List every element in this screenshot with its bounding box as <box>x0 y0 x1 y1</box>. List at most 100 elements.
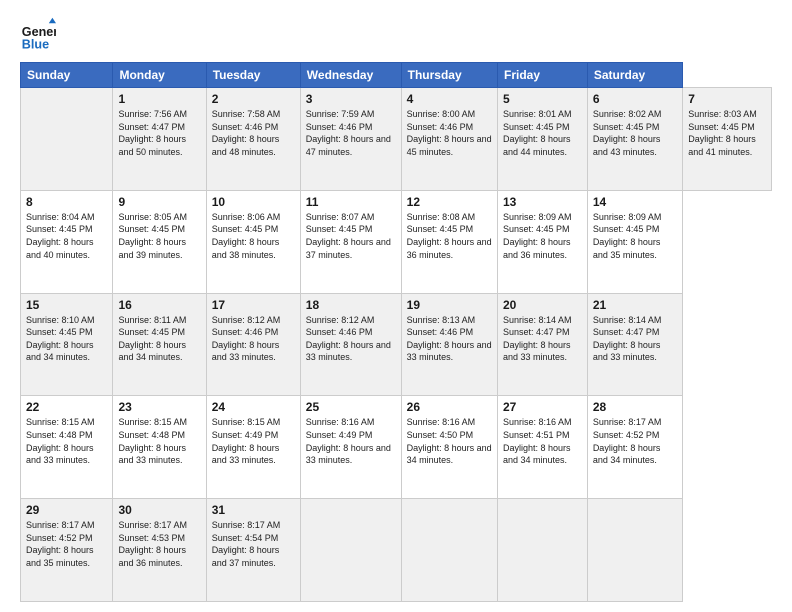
day-info: Sunrise: 8:17 AMSunset: 4:54 PMDaylight:… <box>212 519 295 569</box>
day-number: 5 <box>503 92 582 106</box>
day-info: Sunrise: 8:12 AMSunset: 4:46 PMDaylight:… <box>212 314 295 364</box>
day-info: Sunrise: 7:56 AMSunset: 4:47 PMDaylight:… <box>118 108 200 158</box>
day-info: Sunrise: 8:17 AMSunset: 4:53 PMDaylight:… <box>118 519 200 569</box>
day-cell-4: 4 Sunrise: 8:00 AMSunset: 4:46 PMDaylight… <box>401 88 497 191</box>
day-info: Sunrise: 8:16 AMSunset: 4:50 PMDaylight:… <box>407 416 492 466</box>
day-number: 22 <box>26 400 107 414</box>
day-number: 15 <box>26 298 107 312</box>
day-cell-5: 5 Sunrise: 8:01 AMSunset: 4:45 PMDaylight… <box>497 88 587 191</box>
day-cell-10: 10 Sunrise: 8:06 AMSunset: 4:45 PMDayligh… <box>206 190 300 293</box>
day-number: 14 <box>593 195 677 209</box>
calendar-week-2: 8 Sunrise: 8:04 AMSunset: 4:45 PMDaylight… <box>21 190 772 293</box>
day-info: Sunrise: 7:59 AMSunset: 4:46 PMDaylight:… <box>306 108 396 158</box>
day-cell-6: 6 Sunrise: 8:02 AMSunset: 4:45 PMDaylight… <box>587 88 682 191</box>
page: General Blue SundayMondayTuesdayWednesda… <box>0 0 792 612</box>
day-cell-25: 25 Sunrise: 8:16 AMSunset: 4:49 PMDayligh… <box>300 396 401 499</box>
day-number: 25 <box>306 400 396 414</box>
calendar-week-1: 1 Sunrise: 7:56 AMSunset: 4:47 PMDaylight… <box>21 88 772 191</box>
day-info: Sunrise: 8:15 AMSunset: 4:48 PMDaylight:… <box>26 416 107 466</box>
day-number: 9 <box>118 195 200 209</box>
day-info: Sunrise: 8:10 AMSunset: 4:45 PMDaylight:… <box>26 314 107 364</box>
day-info: Sunrise: 7:58 AMSunset: 4:46 PMDaylight:… <box>212 108 295 158</box>
day-info: Sunrise: 8:02 AMSunset: 4:45 PMDaylight:… <box>593 108 677 158</box>
day-cell-19: 19 Sunrise: 8:13 AMSunset: 4:46 PMDayligh… <box>401 293 497 396</box>
day-info: Sunrise: 8:00 AMSunset: 4:46 PMDaylight:… <box>407 108 492 158</box>
calendar-weekday-saturday: Saturday <box>587 63 682 88</box>
calendar-weekday-wednesday: Wednesday <box>300 63 401 88</box>
day-number: 24 <box>212 400 295 414</box>
day-info: Sunrise: 8:06 AMSunset: 4:45 PMDaylight:… <box>212 211 295 261</box>
day-info: Sunrise: 8:14 AMSunset: 4:47 PMDaylight:… <box>503 314 582 364</box>
day-number: 19 <box>407 298 492 312</box>
day-number: 12 <box>407 195 492 209</box>
day-number: 30 <box>118 503 200 517</box>
day-cell-29: 29Sunrise: 8:17 AMSunset: 4:52 PMDayligh… <box>21 499 113 602</box>
day-cell-7: 7 Sunrise: 8:03 AMSunset: 4:45 PMDaylight… <box>683 88 772 191</box>
day-info: Sunrise: 8:01 AMSunset: 4:45 PMDaylight:… <box>503 108 582 158</box>
calendar-week-3: 15 Sunrise: 8:10 AMSunset: 4:45 PMDayligh… <box>21 293 772 396</box>
day-info: Sunrise: 8:17 AMSunset: 4:52 PMDaylight:… <box>593 416 677 466</box>
calendar-weekday-tuesday: Tuesday <box>206 63 300 88</box>
day-cell-24: 24Sunrise: 8:15 AMSunset: 4:49 PMDayligh… <box>206 396 300 499</box>
empty-cell <box>497 499 587 602</box>
day-info: Sunrise: 8:07 AMSunset: 4:45 PMDaylight:… <box>306 211 396 261</box>
empty-cell <box>21 88 113 191</box>
day-info: Sunrise: 8:05 AMSunset: 4:45 PMDaylight:… <box>118 211 200 261</box>
day-info: Sunrise: 8:04 AMSunset: 4:45 PMDaylight:… <box>26 211 107 261</box>
day-cell-8: 8 Sunrise: 8:04 AMSunset: 4:45 PMDaylight… <box>21 190 113 293</box>
day-number: 28 <box>593 400 677 414</box>
day-number: 16 <box>118 298 200 312</box>
calendar-weekday-friday: Friday <box>497 63 587 88</box>
day-info: Sunrise: 8:03 AMSunset: 4:45 PMDaylight:… <box>688 108 766 158</box>
day-number: 27 <box>503 400 582 414</box>
day-number: 8 <box>26 195 107 209</box>
day-number: 1 <box>118 92 200 106</box>
day-cell-20: 20 Sunrise: 8:14 AMSunset: 4:47 PMDayligh… <box>497 293 587 396</box>
day-number: 20 <box>503 298 582 312</box>
header: General Blue <box>20 16 772 52</box>
day-number: 4 <box>407 92 492 106</box>
day-cell-27: 27 Sunrise: 8:16 AMSunset: 4:51 PMDayligh… <box>497 396 587 499</box>
day-number: 23 <box>118 400 200 414</box>
day-number: 26 <box>407 400 492 414</box>
day-info: Sunrise: 8:16 AMSunset: 4:51 PMDaylight:… <box>503 416 582 466</box>
day-number: 29 <box>26 503 107 517</box>
day-cell-26: 26 Sunrise: 8:16 AMSunset: 4:50 PMDayligh… <box>401 396 497 499</box>
day-cell-31: 31Sunrise: 8:17 AMSunset: 4:54 PMDayligh… <box>206 499 300 602</box>
day-info: Sunrise: 8:08 AMSunset: 4:45 PMDaylight:… <box>407 211 492 261</box>
day-info: Sunrise: 8:12 AMSunset: 4:46 PMDaylight:… <box>306 314 396 364</box>
calendar-body: 1 Sunrise: 7:56 AMSunset: 4:47 PMDaylight… <box>21 88 772 602</box>
day-info: Sunrise: 8:13 AMSunset: 4:46 PMDaylight:… <box>407 314 492 364</box>
calendar-weekday-monday: Monday <box>113 63 206 88</box>
day-cell-21: 21 Sunrise: 8:14 AMSunset: 4:47 PMDayligh… <box>587 293 682 396</box>
logo: General Blue <box>20 16 60 52</box>
day-cell-14: 14 Sunrise: 8:09 AMSunset: 4:45 PMDayligh… <box>587 190 682 293</box>
day-cell-1: 1 Sunrise: 7:56 AMSunset: 4:47 PMDaylight… <box>113 88 206 191</box>
day-cell-3: 3 Sunrise: 7:59 AMSunset: 4:46 PMDaylight… <box>300 88 401 191</box>
day-number: 6 <box>593 92 677 106</box>
day-number: 7 <box>688 92 766 106</box>
day-number: 13 <box>503 195 582 209</box>
calendar-header-row: SundayMondayTuesdayWednesdayThursdayFrid… <box>21 63 772 88</box>
day-cell-2: 2Sunrise: 7:58 AMSunset: 4:46 PMDaylight… <box>206 88 300 191</box>
day-cell-12: 12 Sunrise: 8:08 AMSunset: 4:45 PMDayligh… <box>401 190 497 293</box>
day-cell-17: 17Sunrise: 8:12 AMSunset: 4:46 PMDayligh… <box>206 293 300 396</box>
day-number: 18 <box>306 298 396 312</box>
day-info: Sunrise: 8:16 AMSunset: 4:49 PMDaylight:… <box>306 416 396 466</box>
day-cell-9: 9 Sunrise: 8:05 AMSunset: 4:45 PMDaylight… <box>113 190 206 293</box>
calendar-week-5: 29Sunrise: 8:17 AMSunset: 4:52 PMDayligh… <box>21 499 772 602</box>
day-info: Sunrise: 8:09 AMSunset: 4:45 PMDaylight:… <box>593 211 677 261</box>
day-cell-22: 22 Sunrise: 8:15 AMSunset: 4:48 PMDayligh… <box>21 396 113 499</box>
calendar-weekday-thursday: Thursday <box>401 63 497 88</box>
day-number: 21 <box>593 298 677 312</box>
day-number: 10 <box>212 195 295 209</box>
day-cell-18: 18 Sunrise: 8:12 AMSunset: 4:46 PMDayligh… <box>300 293 401 396</box>
day-info: Sunrise: 8:14 AMSunset: 4:47 PMDaylight:… <box>593 314 677 364</box>
empty-cell <box>300 499 401 602</box>
svg-text:Blue: Blue <box>22 37 49 51</box>
calendar-week-4: 22 Sunrise: 8:15 AMSunset: 4:48 PMDayligh… <box>21 396 772 499</box>
logo-icon: General Blue <box>20 16 56 52</box>
day-cell-11: 11 Sunrise: 8:07 AMSunset: 4:45 PMDayligh… <box>300 190 401 293</box>
day-number: 3 <box>306 92 396 106</box>
day-number: 11 <box>306 195 396 209</box>
